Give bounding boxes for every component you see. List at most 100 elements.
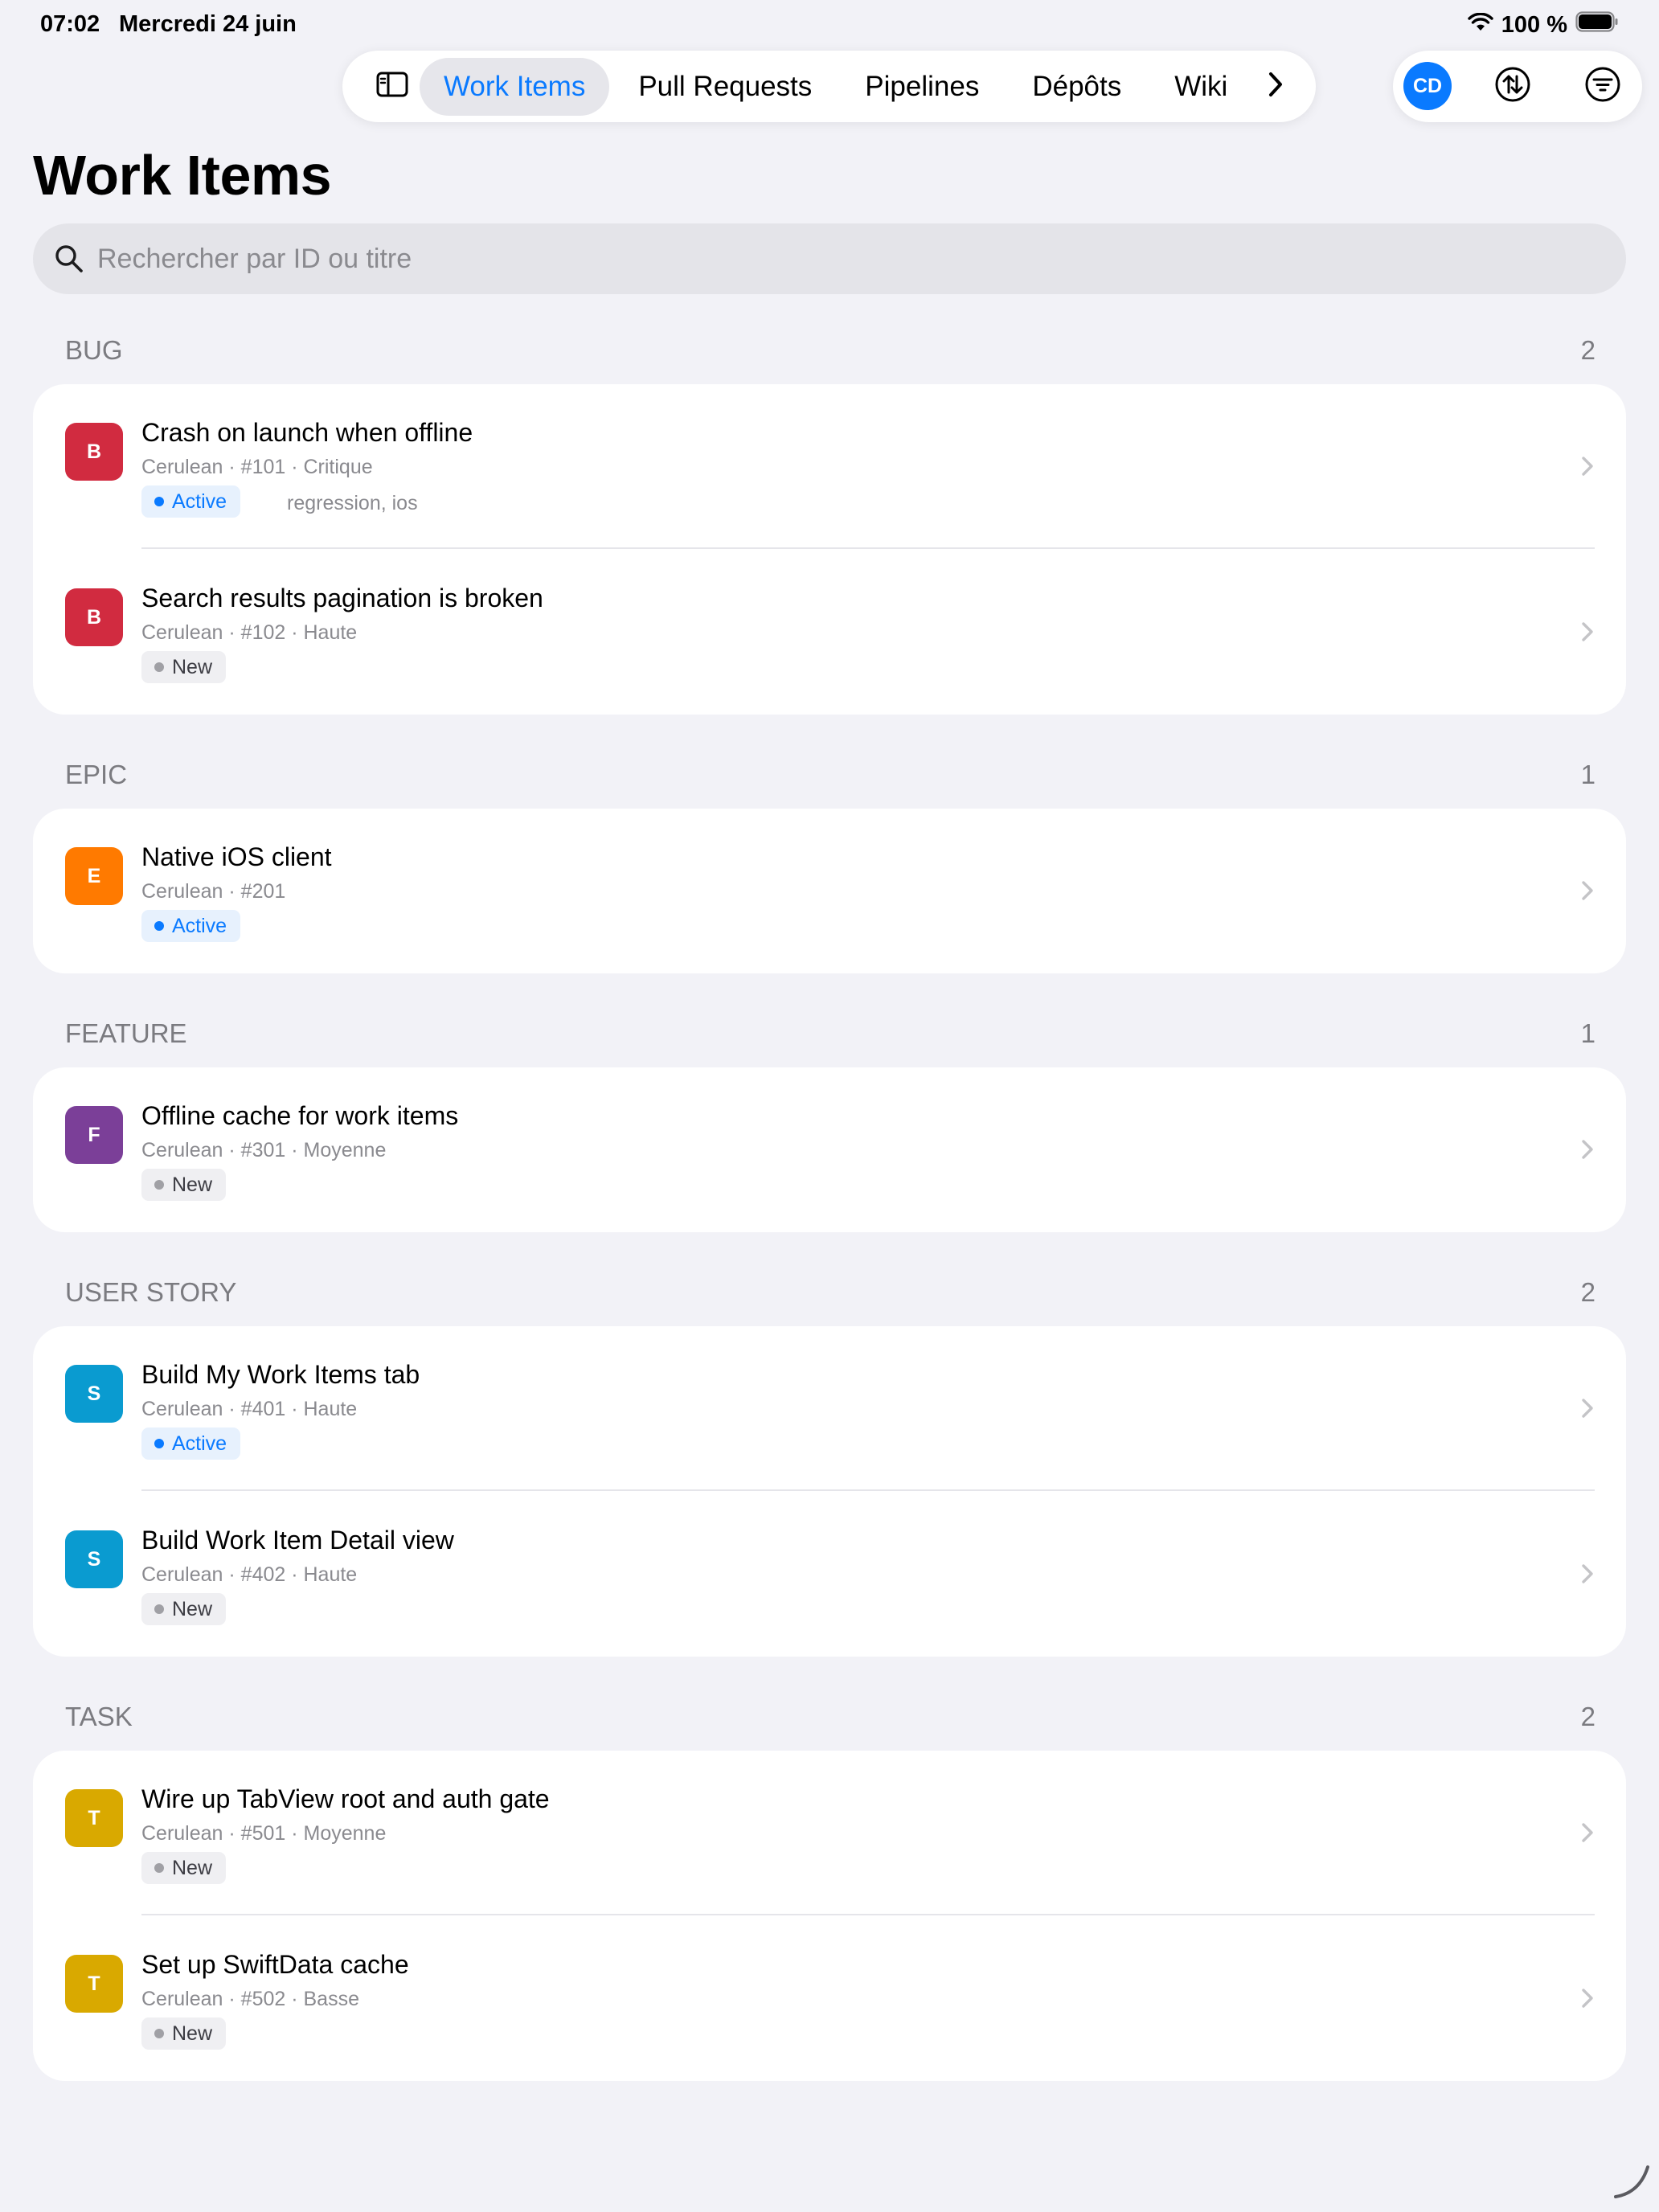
user-avatar-button[interactable]: CD [1403,62,1452,110]
sidebar-icon [376,72,408,101]
state-badge: New [141,1852,227,1884]
row-divider [141,1489,1595,1491]
work-item-title: Crash on launch when offline [141,418,473,447]
chevron-right-icon [1582,622,1593,641]
section-header-user-story: USER STORY 2 [65,1277,1596,1308]
state-badge: New [141,1169,227,1201]
state-dot-icon [154,921,164,931]
state-label: New [172,2022,213,2045]
state-badge: New [141,2017,227,2050]
search-bar[interactable] [33,223,1626,294]
work-item-meta: Cerulean · #201 [141,880,286,903]
chevron-right-icon [1582,1564,1593,1583]
state-dot-icon [154,1439,164,1448]
more-tabs-button[interactable] [1256,61,1295,113]
filter-icon [1583,65,1622,108]
section-header-task: TASK 2 [65,1702,1596,1732]
work-item-type-badge: E [65,847,123,905]
section-card-user-story: S Build My Work Items tab Cerulean · #40… [33,1326,1626,1657]
work-item-type-badge: B [65,588,123,646]
section-count: 2 [1580,335,1596,365]
section-card-epic: E Native iOS client Cerulean · #201 Acti… [33,809,1626,973]
work-item-meta: Cerulean · #102 · Haute [141,621,358,644]
work-item-row[interactable]: B Crash on launch when offline Cerulean … [33,384,1626,550]
work-item-meta: Cerulean · #402 · Haute [141,1563,358,1586]
tab-pull-requests[interactable]: Pull Requests [614,58,836,116]
status-indicators: 100 % [1468,11,1619,39]
status-date: Mercredi 24 juin [119,11,297,37]
tab-work-items[interactable]: Work Items [420,57,610,116]
section-header-feature: FEATURE 1 [65,1018,1596,1049]
work-item-title: Native iOS client [141,842,332,871]
work-item-row[interactable]: F Offline cache for work items Cerulean … [33,1067,1626,1232]
work-item-title: Set up SwiftData cache [141,1950,409,1979]
state-badge: Active [141,485,241,518]
work-item-type-badge: S [65,1365,123,1423]
state-label: New [172,1597,213,1620]
state-label: New [172,1856,213,1879]
toolbar-actions: CD [1393,51,1642,122]
state-badge: Active [141,910,241,942]
section-title: USER STORY [65,1277,237,1307]
work-item-meta: Cerulean · #101 · Critique [141,456,373,478]
sort-button[interactable] [1489,63,1536,109]
tab-pipelines[interactable]: Pipelines [841,58,1003,116]
work-item-type-badge: S [65,1530,123,1588]
work-item-meta: Cerulean · #301 · Moyenne [141,1139,387,1161]
wifi-icon [1468,12,1493,39]
work-item-type-badge: B [65,423,123,481]
section-count: 2 [1580,1702,1596,1731]
section-count: 1 [1580,760,1596,789]
state-badge: New [141,1593,227,1625]
work-item-row[interactable]: E Native iOS client Cerulean · #201 Acti… [33,809,1626,973]
corner-resize-icon [1614,2165,1649,2198]
state-label: New [172,655,213,678]
section-count: 2 [1580,1277,1596,1307]
state-dot-icon [154,1863,164,1873]
section-title: EPIC [65,760,128,789]
filter-button[interactable] [1579,63,1626,109]
chevron-right-icon [1582,881,1593,900]
section-card-task: T Wire up TabView root and auth gate Cer… [33,1751,1626,2081]
state-dot-icon [154,662,164,672]
work-item-title: Build My Work Items tab [141,1360,420,1389]
work-item-type-badge: T [65,1955,123,2013]
work-item-title: Wire up TabView root and auth gate [141,1784,550,1813]
chevron-right-icon [1267,71,1284,102]
work-item-title: Search results pagination is broken [141,584,543,612]
work-item-row[interactable]: B Search results pagination is broken Ce… [33,550,1626,715]
chevron-right-icon [1582,1823,1593,1842]
search-icon [52,242,86,276]
work-item-row[interactable]: T Wire up TabView root and auth gate Cer… [33,1751,1626,1916]
work-item-row[interactable]: T Set up SwiftData cache Cerulean · #502… [33,1916,1626,2081]
tab-wiki[interactable]: Wiki [1150,58,1251,116]
state-label: Active [172,490,227,513]
row-divider [141,1914,1595,1915]
work-item-type-badge: T [65,1789,123,1847]
state-label: Active [172,1432,227,1455]
work-item-meta: Cerulean · #501 · Moyenne [141,1822,387,1845]
row-divider [141,547,1595,549]
work-item-row[interactable]: S Build Work Item Detail view Cerulean ·… [33,1492,1626,1657]
search-input[interactable] [96,242,1546,276]
sidebar-toggle-button[interactable] [367,61,418,113]
section-title: FEATURE [65,1018,187,1048]
section-title: BUG [65,335,123,365]
chevron-right-icon [1582,1140,1593,1159]
chevron-right-icon [1582,457,1593,476]
section-count: 1 [1580,1018,1596,1048]
tab-depots[interactable]: Dépôts [1008,58,1145,116]
state-dot-icon [154,1604,164,1614]
section-header-bug: BUG 2 [65,335,1596,366]
chevron-right-icon [1582,1399,1593,1418]
work-item-meta: Cerulean · #502 · Basse [141,1988,359,2010]
state-label: Active [172,914,227,937]
work-item-type-badge: F [65,1106,123,1164]
work-item-row[interactable]: S Build My Work Items tab Cerulean · #40… [33,1326,1626,1492]
state-dot-icon [154,1180,164,1190]
page-title: Work Items [33,144,332,207]
battery-percentage: 100 % [1501,11,1567,38]
chevron-right-icon [1582,1989,1593,2008]
section-header-epic: EPIC 1 [65,760,1596,790]
sort-arrows-icon [1493,65,1532,108]
